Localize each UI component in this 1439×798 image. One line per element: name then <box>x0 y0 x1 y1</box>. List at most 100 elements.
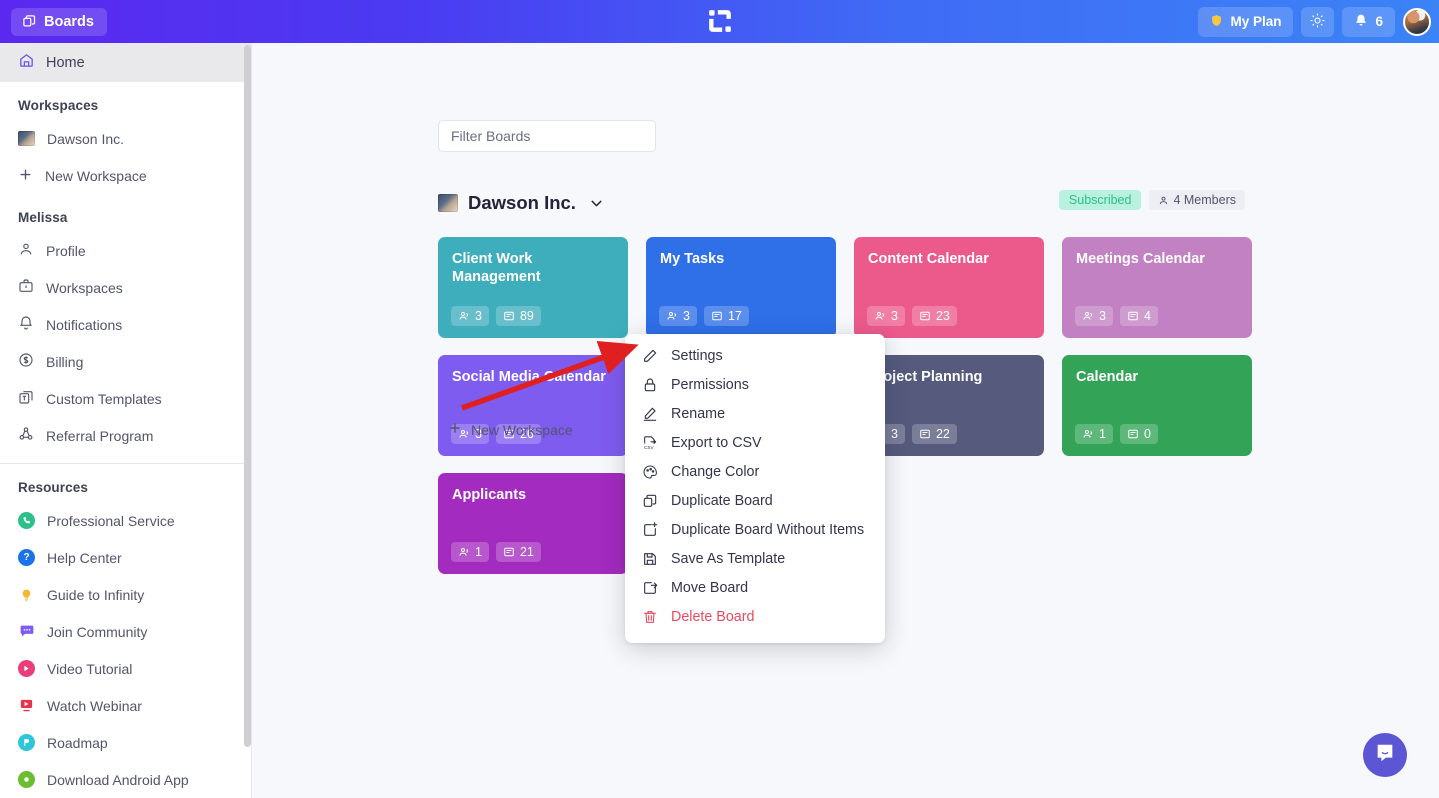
chevron-down-icon[interactable] <box>588 195 605 212</box>
sidebar-workspace-label: Dawson Inc. <box>47 131 124 147</box>
sidebar-item-home[interactable]: Home <box>0 43 251 82</box>
sidebar-billing-label: Billing <box>46 354 83 370</box>
board-card[interactable]: Social Media Calendar326 <box>438 355 628 456</box>
board-members-count: 3 <box>683 309 690 323</box>
board-items-chip: 17 <box>704 306 749 326</box>
export-csv-icon: CSV <box>642 435 658 451</box>
members-icon <box>458 310 470 322</box>
sun-icon <box>1310 13 1325 31</box>
board-members-chip: 3 <box>867 306 905 326</box>
sidebar-item-notifications[interactable]: Notifications <box>0 306 251 343</box>
theme-toggle-button[interactable] <box>1301 7 1334 37</box>
sidebar-section-resources: Resources <box>0 464 251 502</box>
sidebar-item-help-center[interactable]: ? Help Center <box>0 539 251 576</box>
status-badge-subscribed: Subscribed <box>1059 190 1142 210</box>
board-members-count: 3 <box>891 427 898 441</box>
board-members-chip: 3 <box>451 306 489 326</box>
context-menu-item-label: Save As Template <box>671 551 785 567</box>
notifications-button[interactable]: 6 <box>1342 7 1395 37</box>
sidebar-item-join-community[interactable]: Join Community <box>0 613 251 650</box>
boards-button[interactable]: Boards <box>11 8 107 36</box>
members-icon <box>874 310 886 322</box>
boards-icon <box>22 14 37 29</box>
intercom-chat-button[interactable] <box>1363 733 1407 777</box>
sidebar-join-community-label: Join Community <box>47 624 147 640</box>
sidebar-item-download-android-app[interactable]: Download Android App <box>0 761 251 798</box>
board-card-metrics: 1 21 <box>451 542 541 562</box>
shield-icon <box>1210 13 1223 31</box>
save-icon <box>642 551 658 567</box>
sidebar-item-new-workspace[interactable]: New Workspace <box>0 157 251 194</box>
sidebar-profile-label: Profile <box>46 243 86 259</box>
members-badge[interactable]: 4 Members <box>1149 190 1245 210</box>
board-items-chip: 21 <box>496 542 541 562</box>
app-root: Boards My Plan <box>0 0 1439 798</box>
sidebar-item-video-tutorial[interactable]: Video Tutorial <box>0 650 251 687</box>
sidebar-help-center-label: Help Center <box>47 550 122 566</box>
workspace-badges: Subscribed 4 Members <box>1059 190 1245 210</box>
filter-boards-input[interactable] <box>438 120 656 152</box>
board-items-count: 22 <box>936 427 950 441</box>
top-bar: Boards My Plan <box>0 0 1439 43</box>
chat-icon <box>18 625 35 639</box>
board-card-title: Client Work Management <box>452 250 614 287</box>
board-members-count: 1 <box>475 545 482 559</box>
sidebar-item-dawson-inc[interactable]: Dawson Inc. <box>0 120 251 157</box>
context-menu-item-delete-board[interactable]: Delete Board <box>625 602 885 631</box>
context-menu-item-move-board[interactable]: Move Board <box>625 573 885 602</box>
board-members-count: 3 <box>891 309 898 323</box>
board-members-count: 1 <box>1099 427 1106 441</box>
context-menu-item-export-to-csv[interactable]: CSVExport to CSV <box>625 428 885 457</box>
sidebar-item-referral-program[interactable]: Referral Program <box>0 417 251 454</box>
context-menu-item-duplicate-board-without-items[interactable]: Duplicate Board Without Items <box>625 515 885 544</box>
board-card[interactable]: Calendar10 <box>1062 355 1252 456</box>
context-menu-item-duplicate-board[interactable]: Duplicate Board <box>625 486 885 515</box>
home-icon <box>18 52 35 73</box>
items-icon <box>1127 428 1139 440</box>
workspace-title-group[interactable]: Dawson Inc. <box>438 192 605 214</box>
board-items-count: 17 <box>728 309 742 323</box>
new-workspace-button[interactable]: New Workspace <box>448 421 573 438</box>
sidebar-item-guide-to-infinity[interactable]: Guide to Infinity <box>0 576 251 613</box>
sidebar-item-profile[interactable]: Profile <box>0 232 251 269</box>
person-icon <box>1158 195 1169 206</box>
infinity-logo[interactable] <box>705 6 735 36</box>
sidebar-item-roadmap[interactable]: Roadmap <box>0 724 251 761</box>
sidebar-professional-service-label: Professional Service <box>47 513 175 529</box>
pencil-icon <box>642 348 658 364</box>
dollar-circle-icon <box>18 352 34 371</box>
sidebar-item-billing[interactable]: Billing <box>0 343 251 380</box>
context-menu-item-save-as-template[interactable]: Save As Template <box>625 544 885 573</box>
board-card-title: Project Planning <box>868 368 1030 386</box>
board-card[interactable]: Content Calendar323 <box>854 237 1044 338</box>
context-menu-item-settings[interactable]: Settings <box>625 341 885 370</box>
new-workspace-label: New Workspace <box>471 422 573 438</box>
board-card[interactable]: My Tasks317 <box>646 237 836 338</box>
board-items-count: 4 <box>1144 309 1151 323</box>
workspace-thumbnail <box>18 131 35 146</box>
sidebar-item-workspaces[interactable]: Workspaces <box>0 269 251 306</box>
board-card-metrics: 3 17 <box>659 306 749 326</box>
briefcase-icon <box>18 278 34 297</box>
plus-icon <box>18 167 33 185</box>
sidebar-section-user: Melissa <box>0 194 251 232</box>
sidebar-scrollbar[interactable] <box>244 45 251 747</box>
notifications-count: 6 <box>1375 14 1383 29</box>
context-menu-item-label: Duplicate Board <box>671 493 773 509</box>
members-icon <box>1082 310 1094 322</box>
my-plan-button[interactable]: My Plan <box>1198 7 1293 37</box>
context-menu-item-permissions[interactable]: Permissions <box>625 370 885 399</box>
members-icon <box>1082 428 1094 440</box>
board-card[interactable]: Applicants121 <box>438 473 628 574</box>
sidebar-notifications-label: Notifications <box>46 317 122 333</box>
board-card[interactable]: Client Work Management389 <box>438 237 628 338</box>
context-menu-item-label: Change Color <box>671 464 759 480</box>
user-avatar[interactable] <box>1403 8 1431 36</box>
sidebar-item-professional-service[interactable]: Professional Service <box>0 502 251 539</box>
context-menu-item-rename[interactable]: Rename <box>625 399 885 428</box>
members-badge-label: 4 Members <box>1173 193 1236 207</box>
board-card[interactable]: Meetings Calendar34 <box>1062 237 1252 338</box>
context-menu-item-change-color[interactable]: Change Color <box>625 457 885 486</box>
sidebar-item-custom-templates[interactable]: Custom Templates <box>0 380 251 417</box>
sidebar-item-watch-webinar[interactable]: Watch Webinar <box>0 687 251 724</box>
